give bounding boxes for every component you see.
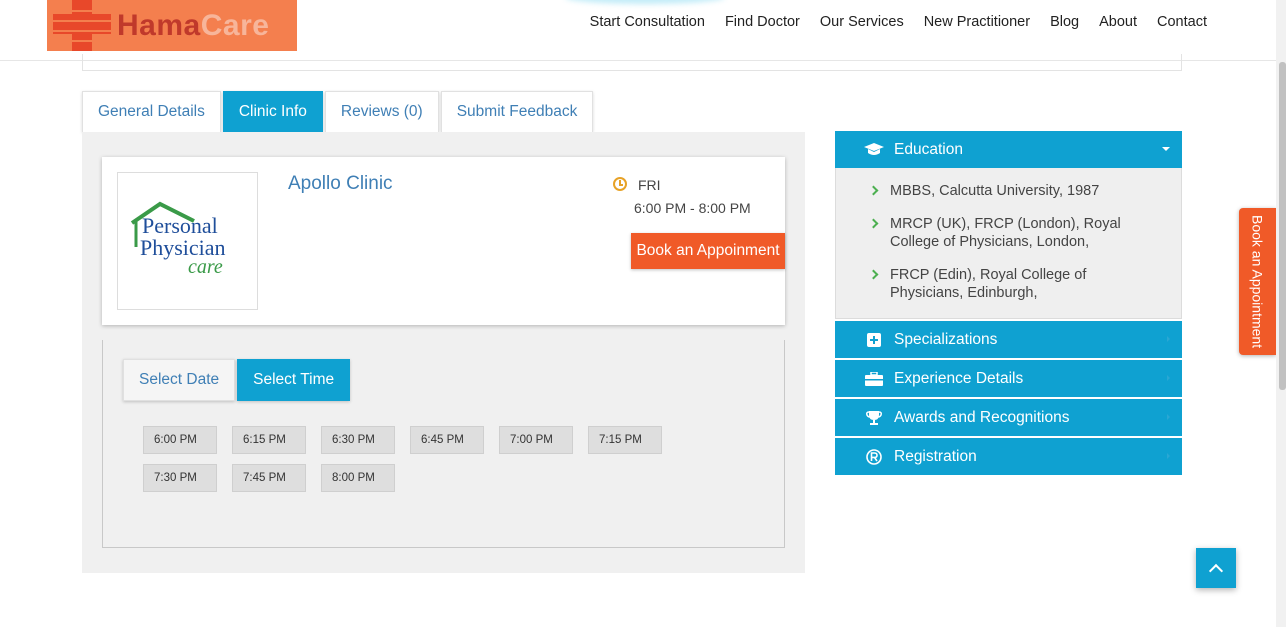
accordion-registration-header[interactable]: Registration (835, 438, 1182, 475)
nav-blog[interactable]: Blog (1050, 14, 1079, 30)
clinic-hours: 6:00 PM - 8:00 PM (634, 200, 751, 216)
clinic-card: Personal Physician care Apollo Clinic FR… (102, 157, 785, 325)
booking-subtabs: Select Date Select Time (123, 359, 351, 401)
tab-clinic-info[interactable]: Clinic Info (222, 91, 323, 132)
list-item: MRCP (UK), FRCP (London), Royal College … (868, 215, 1151, 251)
clinic-info-panel: Personal Physician care Apollo Clinic FR… (82, 132, 805, 573)
chevron-right-icon (868, 269, 879, 280)
cross-logo-icon (53, 0, 111, 51)
caret-right-icon (1167, 414, 1170, 420)
logo-text-part2: Care (200, 9, 270, 42)
chevron-right-icon (868, 218, 879, 229)
list-item: MBBS, Calcutta University, 1987 (868, 182, 1151, 200)
caret-right-icon (1167, 453, 1170, 459)
side-book-label: Book an Appointment (1249, 214, 1266, 349)
logo-line3: care (188, 256, 223, 278)
scrollbar-thumb[interactable] (1279, 62, 1286, 390)
education-entry: MBBS, Calcutta University, 1987 (890, 183, 1100, 199)
clinic-logo: Personal Physician care (117, 172, 258, 310)
tab-reviews[interactable]: Reviews (0) (324, 91, 439, 132)
side-book-appointment-button[interactable]: Book an Appointment (1239, 208, 1276, 355)
graduation-cap-icon (864, 142, 884, 158)
accordion-education-header[interactable]: Education (835, 131, 1182, 168)
nav-contact[interactable]: Contact (1157, 14, 1207, 30)
tab-select-date[interactable]: Select Date (123, 359, 236, 401)
accordion-registration-title: Registration (894, 447, 977, 465)
chevron-right-icon (868, 185, 879, 196)
trophy-icon (864, 410, 884, 426)
scroll-to-top-button[interactable] (1196, 548, 1236, 588)
education-entry: MRCP (UK), FRCP (London), Royal College … (890, 216, 1121, 250)
time-slot-box: Select Date Select Time 6:00 PM 6:15 PM … (102, 340, 785, 548)
accordion-specializations-header[interactable]: Specializations (835, 321, 1182, 358)
time-slot[interactable]: 6:00 PM (143, 426, 217, 454)
logo-text-part1: Hama (117, 9, 201, 42)
list-item: FRCP (Edin), Royal College of Physicians… (868, 266, 1151, 302)
plus-square-icon (864, 332, 884, 348)
nav-find-doctor[interactable]: Find Doctor (725, 14, 800, 30)
site-logo[interactable]: HamaCare (47, 0, 297, 51)
accordion-education-title: Education (894, 140, 963, 158)
header-glow (565, 0, 725, 4)
profile-tabs: General Details Clinic Info Reviews (0) … (82, 91, 594, 132)
time-slot[interactable]: 7:30 PM (143, 464, 217, 492)
site-header: HamaCare Start Consultation Find Doctor … (0, 0, 1276, 61)
caret-down-icon (1162, 147, 1170, 151)
caret-right-icon (1167, 375, 1170, 381)
accordion-awards-title: Awards and Recognitions (894, 408, 1070, 426)
time-slot[interactable]: 8:00 PM (321, 464, 395, 492)
clinic-day: FRI (638, 177, 661, 193)
personal-physician-care-logo: Personal Physician care (130, 201, 226, 278)
tab-submit-feedback[interactable]: Submit Feedback (440, 91, 594, 132)
education-list: MBBS, Calcutta University, 1987 MRCP (UK… (835, 168, 1182, 319)
time-slot[interactable]: 6:45 PM (410, 426, 484, 454)
chevron-up-icon (1208, 563, 1224, 578)
time-slot[interactable]: 7:45 PM (232, 464, 306, 492)
accordion-specializations-title: Specializations (894, 330, 998, 348)
tab-general-details[interactable]: General Details (82, 91, 221, 132)
registered-icon (864, 448, 884, 465)
clock-icon (613, 177, 627, 191)
accordion-experience-title: Experience Details (894, 369, 1024, 387)
time-slot[interactable]: 6:30 PM (321, 426, 395, 454)
time-slot[interactable]: 7:00 PM (499, 426, 573, 454)
nav-about[interactable]: About (1099, 14, 1137, 30)
nav-new-practitioner[interactable]: New Practitioner (924, 14, 1030, 30)
nav-start-consultation[interactable]: Start Consultation (590, 14, 705, 30)
tab-select-time[interactable]: Select Time (237, 359, 351, 401)
accordion-awards-header[interactable]: Awards and Recognitions (835, 399, 1182, 436)
doctor-details-accordion: Education MBBS, Calcutta University, 198… (835, 131, 1182, 477)
education-entry: FRCP (Edin), Royal College of Physicians… (890, 267, 1087, 301)
main-nav: Start Consultation Find Doctor Our Servi… (590, 14, 1207, 30)
caret-right-icon (1167, 336, 1170, 342)
nav-our-services[interactable]: Our Services (820, 14, 904, 30)
logo-text: HamaCare (117, 9, 269, 43)
clinic-name[interactable]: Apollo Clinic (288, 173, 393, 195)
accordion-experience-header[interactable]: Experience Details (835, 360, 1182, 397)
time-slot[interactable]: 7:15 PM (588, 426, 662, 454)
time-slot[interactable]: 6:15 PM (232, 426, 306, 454)
time-slots: 6:00 PM 6:15 PM 6:30 PM 6:45 PM 7:00 PM … (143, 426, 683, 492)
book-appointment-button[interactable]: Book an Appoinment (631, 233, 785, 269)
profile-summary-box (82, 54, 1182, 71)
briefcase-icon (864, 371, 884, 387)
